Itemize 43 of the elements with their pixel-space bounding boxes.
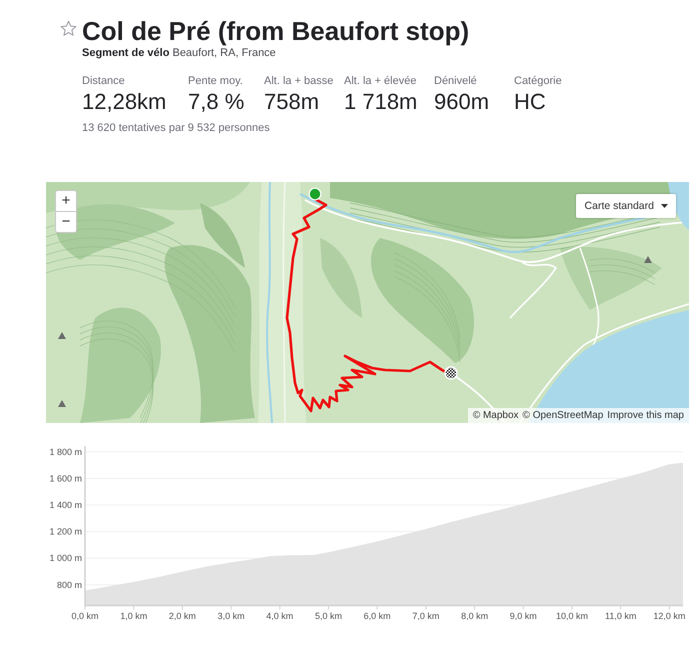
x-tick-label: 12,0 km — [653, 611, 686, 621]
checkered-marker-icon — [444, 366, 458, 380]
x-tick-label: 9,0 km — [510, 611, 537, 621]
y-tick-label: 1 600 m — [49, 473, 82, 484]
stat-value: HC — [514, 90, 546, 114]
stat-value: 7,8 % — [188, 90, 244, 114]
x-tick-label: 5,0 km — [314, 611, 342, 621]
attribution-link[interactable]: © OpenStreetMap — [522, 409, 604, 422]
stat-value: 12,28km — [82, 90, 166, 114]
x-tick-label: 6,0 km — [364, 611, 391, 621]
star-icon[interactable] — [60, 20, 77, 37]
x-tick-label: 8,0 km — [461, 611, 488, 621]
x-tick-label: 10,0 km — [556, 611, 588, 621]
segment-subtitle: Segment de vélo Beaufort, RA, France — [82, 46, 276, 60]
segment-title: Col de Pré (from Beaufort stop) — [82, 16, 470, 46]
x-tick-label: 7,0 km — [412, 611, 440, 621]
x-tick-label: 3,0 km — [218, 611, 245, 621]
stat-label: Dénivelé — [434, 74, 477, 88]
stat-value: 1 718m — [344, 90, 418, 114]
y-tick-label: 1 800 m — [49, 446, 82, 457]
caret-icon — [661, 204, 668, 208]
stat-label: Alt. la + basse — [264, 74, 334, 88]
map-style-dropdown[interactable]: Carte standard — [576, 194, 676, 218]
stat-label: Distance — [82, 74, 125, 88]
x-tick-label: 4,0 km — [266, 611, 294, 621]
y-tick-label: 1 000 m — [49, 553, 82, 564]
attempts-count: 13 620 tentatives par 9 532 personnes — [82, 121, 270, 135]
stat-value: 960m — [434, 90, 490, 114]
stat-label: Alt. la + élevée — [344, 74, 416, 88]
y-tick-label: 1 200 m — [49, 526, 82, 537]
stat-value: 758m — [264, 90, 320, 114]
zoom-in-button[interactable]: + — [55, 190, 77, 212]
zoom-out-button[interactable]: − — [55, 211, 77, 233]
y-tick-label: 800 m — [56, 580, 82, 590]
x-tick-label: 2,0 km — [168, 611, 196, 621]
x-tick-label: 0,0 km — [72, 611, 98, 621]
stat-label: Catégorie — [514, 74, 562, 88]
stat-label: Pente moy. — [188, 74, 243, 88]
x-tick-label: 11,0 km — [605, 611, 636, 621]
attribution-link[interactable]: Improve this map — [607, 409, 684, 422]
x-tick-label: 1,0 km — [120, 611, 148, 621]
attribution-link[interactable]: © Mapbox — [472, 409, 519, 422]
y-tick-label: 1 400 m — [49, 500, 82, 510]
